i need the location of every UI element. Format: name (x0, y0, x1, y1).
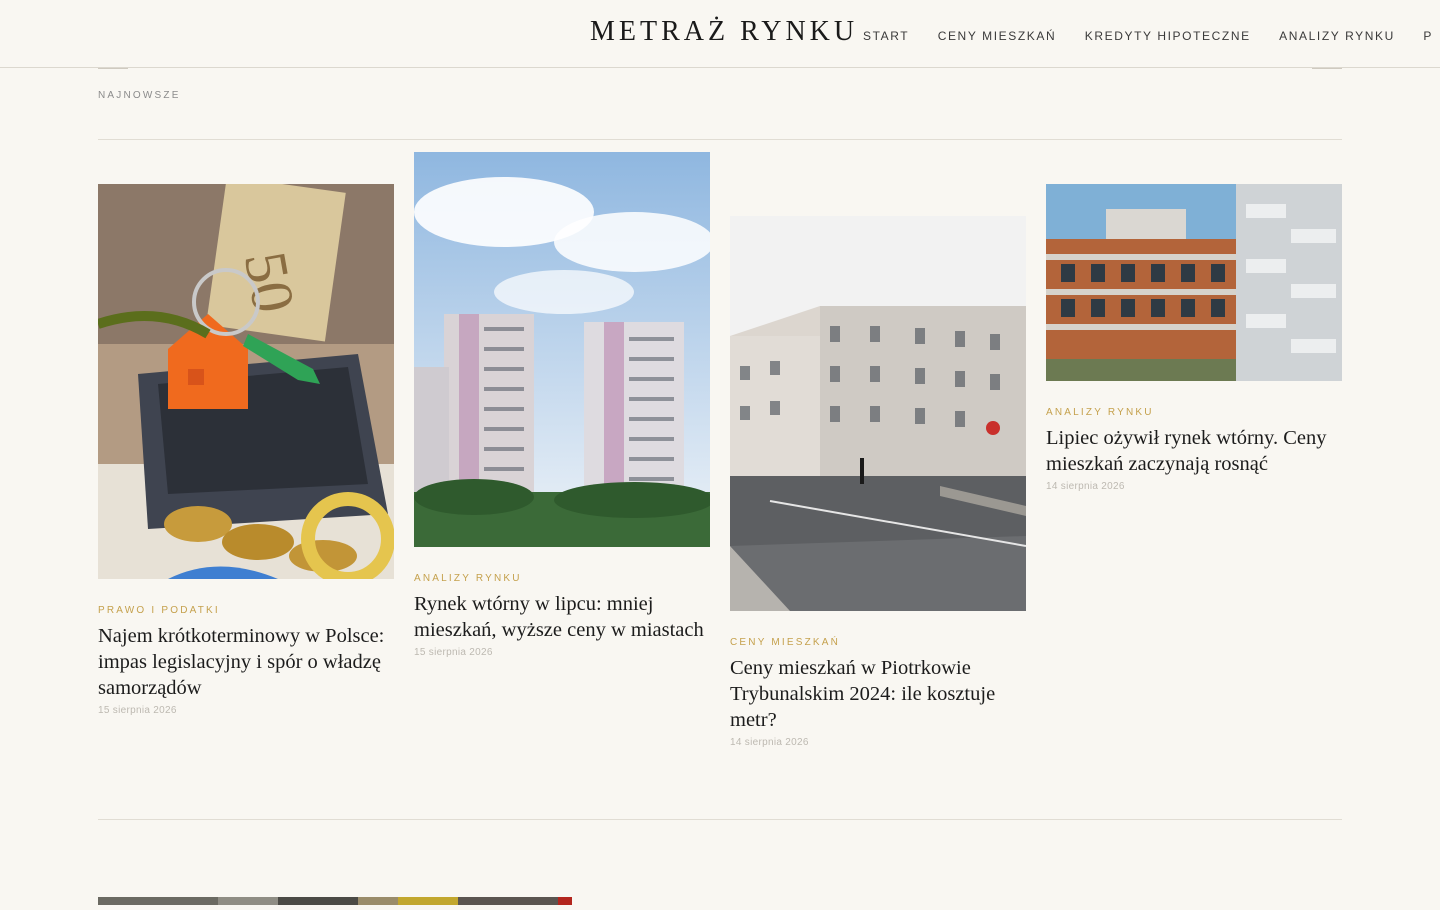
article-image[interactable] (730, 216, 1026, 611)
section-divider (98, 139, 1342, 140)
article-image[interactable] (414, 152, 710, 547)
divider (1312, 68, 1342, 69)
article-title[interactable]: Lipiec ożywił rynek wtórny. Ceny mieszka… (1046, 425, 1342, 477)
site-header: METRAŻ RYNKU START CENY MIESZKAŃ KREDYTY… (0, 0, 1440, 68)
article-image[interactable] (1046, 184, 1342, 381)
nav-analizy-rynku[interactable]: ANALIZY RYNKU (1279, 29, 1395, 43)
article-title[interactable]: Najem krótkoterminowy w Polsce: impas le… (98, 623, 394, 701)
article-date: 14 sierpnia 2026 (730, 737, 809, 748)
article-title[interactable]: Ceny mieszkań w Piotrkowie Trybunalskim … (730, 655, 1026, 733)
article-category[interactable]: ANALIZY RYNKU (1046, 407, 1342, 419)
article-date: 15 sierpnia 2026 (98, 705, 177, 716)
article-card[interactable]: 50 PRAWO I PODATKI Najem krótkoterminowy… (98, 184, 394, 716)
nav-kredyty-hipoteczne[interactable]: KREDYTY HIPOTECZNE (1085, 29, 1251, 43)
next-section-image[interactable] (98, 892, 572, 905)
article-category[interactable]: ANALIZY RYNKU (414, 573, 710, 585)
divider (98, 68, 128, 69)
section-divider (98, 819, 1342, 820)
article-title[interactable]: Rynek wtórny w lipcu: mniej mieszkań, wy… (414, 591, 710, 643)
nav-more[interactable]: P (1423, 29, 1433, 43)
site-logo[interactable]: METRAŻ RYNKU (590, 16, 858, 48)
article-date: 14 sierpnia 2026 (1046, 481, 1125, 492)
nav-ceny-mieszkan[interactable]: CENY MIESZKAŃ (938, 29, 1057, 43)
article-date: 15 sierpnia 2026 (414, 647, 493, 658)
article-image[interactable]: 50 (98, 184, 394, 579)
article-category[interactable]: CENY MIESZKAŃ (730, 637, 1026, 649)
nav-start[interactable]: START (863, 29, 909, 43)
article-category[interactable]: PRAWO I PODATKI (98, 605, 394, 617)
section-label: NAJNOWSZE (98, 90, 181, 101)
main-nav: START CENY MIESZKAŃ KREDYTY HIPOTECZNE A… (863, 27, 1440, 43)
article-card[interactable]: ANALIZY RYNKU Rynek wtórny w lipcu: mnie… (414, 152, 710, 658)
article-card[interactable]: CENY MIESZKAŃ Ceny mieszkań w Piotrkowie… (730, 216, 1026, 748)
article-card[interactable]: ANALIZY RYNKU Lipiec ożywił rynek wtórny… (1046, 184, 1342, 492)
svg-text:50: 50 (232, 247, 307, 318)
